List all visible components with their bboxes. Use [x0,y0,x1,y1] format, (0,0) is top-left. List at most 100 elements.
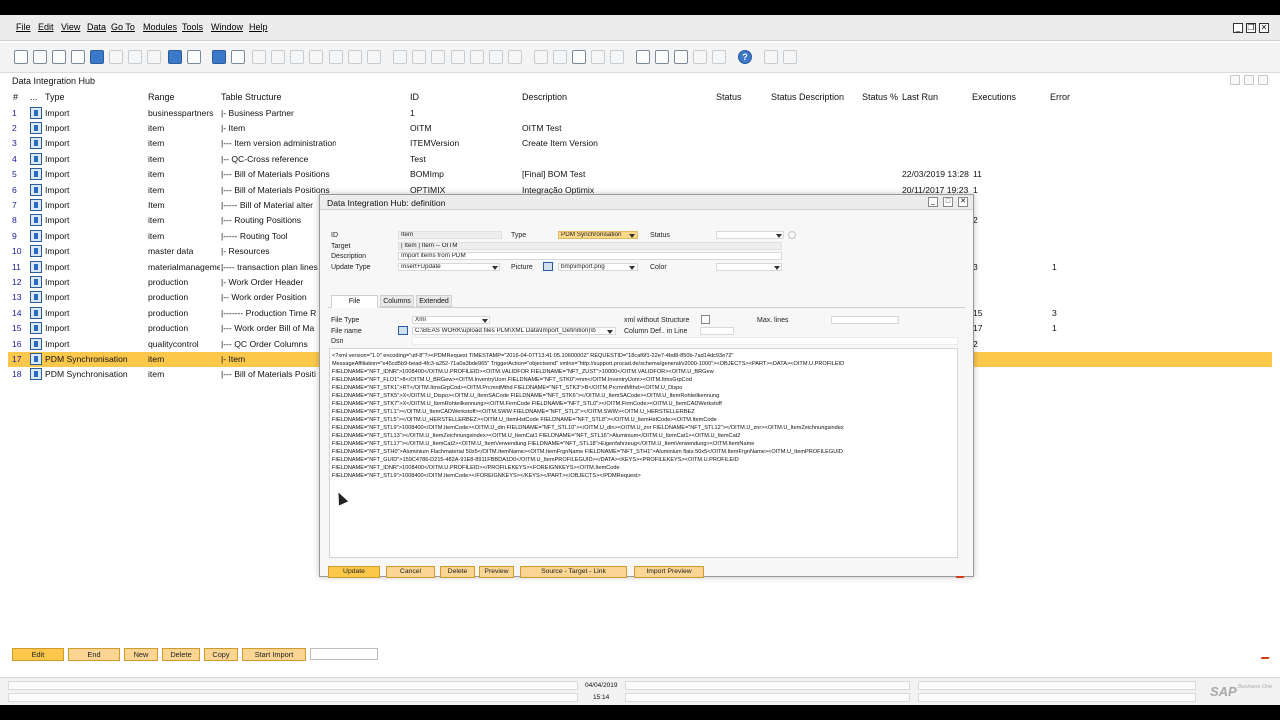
row-number[interactable]: 17 [12,354,28,364]
copy-icon[interactable] [71,50,85,64]
filter-icon[interactable] [348,50,362,64]
dialog-title-bar[interactable]: Data Integration Hub: definition _ □ ✕ [320,195,973,210]
previous-record-icon[interactable] [271,50,285,64]
status-dropdown-icon[interactable] [776,234,782,238]
new-document-icon[interactable] [14,50,28,64]
row-number[interactable]: 2 [12,123,28,133]
id-field[interactable]: Item [398,231,502,239]
sort-icon[interactable] [367,50,381,64]
row-number[interactable]: 9 [12,231,28,241]
volume-weight-icon[interactable] [489,50,503,64]
print-icon[interactable] [33,50,47,64]
row-number[interactable]: 3 [12,138,28,148]
picture-dropdown-icon[interactable] [629,266,635,270]
refresh-icon[interactable] [329,50,343,64]
window-icon[interactable] [764,50,778,64]
navigate-icon[interactable] [168,50,182,64]
layout-icon[interactable] [431,50,445,64]
journal-icon[interactable] [508,50,522,64]
window-resize-grip-icon[interactable] [1260,654,1272,659]
cancel-button[interactable]: Cancel [386,566,435,578]
resize-grip-icon[interactable] [955,573,967,578]
col-header-type[interactable]: Type [45,92,65,102]
new-button[interactable]: New [124,648,158,661]
calculator-icon[interactable] [674,50,688,64]
cut-icon[interactable] [109,50,123,64]
dsn-field[interactable] [412,337,958,345]
col-header-description[interactable]: Description [522,92,567,102]
first-record-icon[interactable] [252,50,266,64]
row-number[interactable]: 10 [12,246,28,256]
target-field[interactable]: | Item | Item -- OITM [398,242,782,250]
pencil-icon[interactable] [534,50,548,64]
color-dropdown-icon[interactable] [774,266,780,270]
file-browse-icon[interactable] [398,326,408,335]
approve-icon[interactable] [572,50,586,64]
tab-file[interactable]: File [331,295,378,308]
col-header-table-structure[interactable]: Table Structure [221,92,282,102]
save-icon[interactable] [90,50,104,64]
base-document-icon[interactable] [393,50,407,64]
max-lines-field[interactable] [831,316,899,324]
users-icon[interactable] [712,50,726,64]
main-minimize-icon[interactable] [1230,75,1240,85]
picture-field[interactable]: bmp\import.png [558,263,638,271]
update-type-dropdown-icon[interactable] [492,266,498,270]
edit-button[interactable]: Edit [12,648,64,661]
menu-go-to[interactable]: Go To [111,22,135,32]
picture-browse-icon[interactable] [543,262,553,271]
menu-view[interactable]: View [61,22,80,32]
col-header-num[interactable]: # [13,92,18,102]
alert-icon[interactable] [610,50,624,64]
menu-modules[interactable]: Modules [143,22,177,32]
file-name-dropdown-icon[interactable] [607,330,613,334]
row-number[interactable]: 11 [12,262,28,272]
file-name-field[interactable]: C:\BEAS WORK\upload files PLM\XML Data\I… [412,327,616,335]
dialog-maximize-icon[interactable]: □ [943,197,953,207]
xml-preview-textarea[interactable]: <?xml version="1.0" encoding="utf-8"?><P… [329,348,958,558]
menu-data[interactable]: Data [87,22,106,32]
dialog-minimize-icon[interactable]: _ [928,197,938,207]
source-target-link-button[interactable]: Source - Target - Link [520,566,627,578]
email-icon[interactable] [52,50,66,64]
status-select[interactable] [716,231,784,239]
row-number[interactable]: 15 [12,323,28,333]
col-header-range[interactable]: Range [148,92,175,102]
col-header-status[interactable]: Status [716,92,742,102]
paste-icon[interactable] [128,50,142,64]
user-icon[interactable] [693,50,707,64]
import-preview-button[interactable]: Import Preview [634,566,704,578]
delete-button[interactable]: Delete [440,566,475,578]
last-record-icon[interactable] [309,50,323,64]
table-row[interactable]: 4 Import item |-- QC-Cross reference Test [8,152,1272,167]
col-header-error[interactable]: Error [1050,92,1070,102]
menu-file[interactable]: File [16,22,31,32]
delete-record-button[interactable]: Delete [162,648,200,661]
attach-icon[interactable] [553,50,567,64]
col-header-more[interactable]: ... [30,92,38,102]
file-type-select[interactable]: Xml [412,316,490,324]
type-dropdown-icon[interactable] [629,234,635,238]
update-type-select[interactable]: Insert+Update [398,263,500,271]
cascade-icon[interactable] [783,50,797,64]
gross-profit-icon[interactable] [470,50,484,64]
close-icon[interactable]: ✕ [1259,23,1269,33]
description-field[interactable]: Import items from PDM [398,252,782,260]
color-select[interactable] [716,263,782,271]
row-number[interactable]: 12 [12,277,28,287]
help-icon[interactable]: ? [738,50,752,64]
table-row[interactable]: 1 Import businesspartners |- Business Partn… [8,106,1272,121]
col-header-status-description[interactable]: Status Description [771,92,844,102]
find-icon[interactable] [187,50,201,64]
list-icon[interactable] [231,50,245,64]
copy-button[interactable]: Copy [204,648,238,661]
row-number[interactable]: 13 [12,292,28,302]
menu-edit[interactable]: Edit [38,22,54,32]
dialog-close-icon[interactable]: ✕ [958,197,968,207]
minimize-icon[interactable]: _ [1233,23,1243,33]
message-icon[interactable] [591,50,605,64]
xml-without-structure-checkbox[interactable] [701,315,710,324]
clipboard-icon[interactable] [147,50,161,64]
preview-button[interactable]: Preview [479,566,514,578]
binoculars-icon[interactable] [212,50,226,64]
